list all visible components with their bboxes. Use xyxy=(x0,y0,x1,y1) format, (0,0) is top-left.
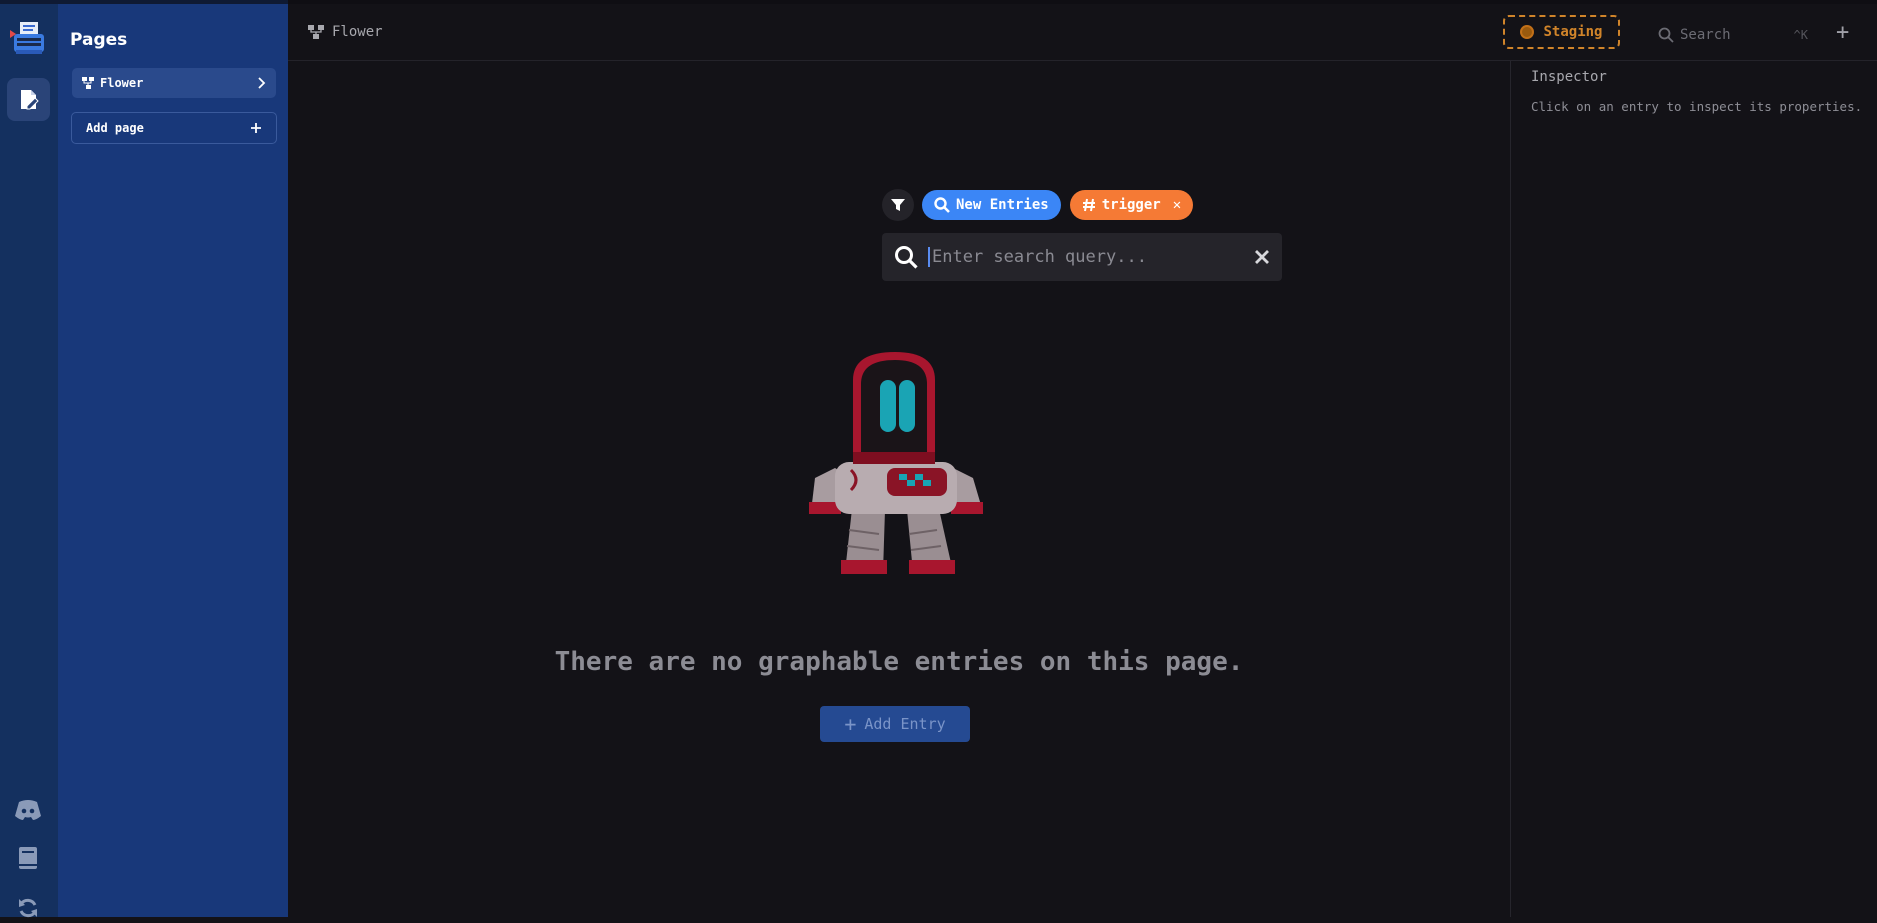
chip-label: trigger xyxy=(1101,197,1161,213)
environment-badge[interactable]: Staging xyxy=(1503,15,1620,49)
hash-icon xyxy=(1082,198,1095,212)
page-item-label: Flower xyxy=(100,76,144,90)
filter-button[interactable] xyxy=(882,189,914,221)
breadcrumb-label: Flower xyxy=(332,24,383,40)
remove-chip-icon[interactable]: ✕ xyxy=(1173,197,1181,213)
sidebar-item-flower[interactable]: Flower xyxy=(72,68,276,98)
chip-trigger[interactable]: trigger ✕ xyxy=(1069,190,1194,220)
robot-illustration xyxy=(805,350,985,580)
breadcrumb: Flower xyxy=(308,24,383,40)
search-icon xyxy=(895,246,918,269)
search-icon xyxy=(934,197,950,213)
chip-label: New Entries xyxy=(956,197,1049,213)
search-placeholder: Search xyxy=(1680,27,1731,43)
chip-new-entries[interactable]: New Entries xyxy=(922,190,1061,220)
chevron-right-icon xyxy=(258,77,266,89)
plus-icon xyxy=(251,123,261,133)
status-dot-icon xyxy=(1520,25,1535,39)
global-search[interactable]: Search ^K xyxy=(1658,23,1808,47)
clear-search-icon[interactable] xyxy=(1254,249,1270,265)
inspector-hint: Click on an entry to inspect its propert… xyxy=(1531,99,1863,114)
discord-icon[interactable] xyxy=(13,795,43,825)
book-icon[interactable] xyxy=(13,843,43,873)
typewriter-logo-icon[interactable] xyxy=(10,20,48,58)
environment-label: Staging xyxy=(1543,24,1603,40)
sidebar-title: Pages xyxy=(70,30,128,50)
top-bar: Flower Staging Search ^K + xyxy=(288,0,1877,61)
flowchart-icon xyxy=(82,77,94,89)
inspector-title: Inspector xyxy=(1531,69,1607,85)
add-page-button[interactable]: Add page xyxy=(71,112,277,144)
search-query-input[interactable] xyxy=(928,247,1254,267)
add-entry-label: Add Entry xyxy=(864,715,946,733)
refresh-icon[interactable] xyxy=(13,893,43,923)
pages-sidebar: Pages Flower Add page xyxy=(58,0,288,917)
filter-icon xyxy=(891,199,905,211)
edit-document-icon xyxy=(20,89,39,109)
inspector-panel: Inspector Click on an entry to inspect i… xyxy=(1510,61,1877,917)
search-icon xyxy=(1658,27,1674,43)
search-shortcut: ^K xyxy=(1793,28,1808,42)
add-page-label: Add page xyxy=(86,121,144,135)
empty-state-message: There are no graphable entries on this p… xyxy=(554,647,1244,677)
flowchart-icon xyxy=(308,25,324,39)
add-entry-button[interactable]: + Add Entry xyxy=(820,706,970,742)
filter-bar: New Entries trigger ✕ xyxy=(882,188,1202,222)
pages-nav-button[interactable] xyxy=(7,78,50,121)
icon-rail xyxy=(0,0,58,918)
add-icon[interactable]: + xyxy=(1836,22,1849,44)
plus-icon: + xyxy=(844,712,857,736)
search-query-box xyxy=(882,233,1282,281)
